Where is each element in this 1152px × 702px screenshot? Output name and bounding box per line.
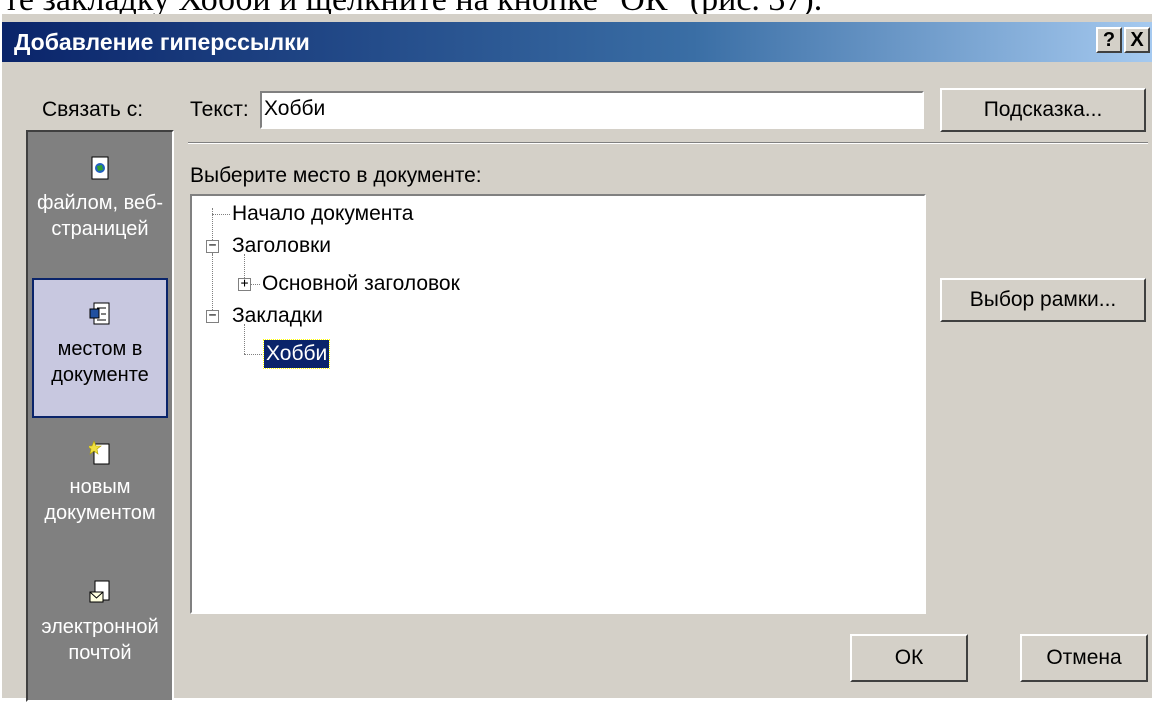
tree-node[interactable]: Заголовки bbox=[232, 232, 331, 260]
sidebar-item-label: электронной почтой bbox=[41, 616, 159, 664]
sidebar-item-document-place[interactable]: местом в документе bbox=[32, 278, 168, 418]
sidebar-item-label: новым документом bbox=[44, 476, 156, 524]
email-icon bbox=[89, 580, 110, 603]
tree-connector bbox=[212, 214, 230, 215]
document-place-tree[interactable]: Начало документа − Заголовки + Основной … bbox=[190, 194, 926, 614]
sidebar-item-label: файлом, веб-страницей bbox=[36, 192, 164, 240]
hint-button[interactable]: Подсказка... bbox=[940, 88, 1146, 132]
tree-expand-icon[interactable]: + bbox=[238, 277, 251, 291]
hyperlink-dialog: Добавление гиперссылки ? X Связать с: фа… bbox=[0, 14, 1152, 702]
divider bbox=[188, 142, 1148, 144]
sidebar-item-web-page[interactable]: файлом, веб-страницей bbox=[32, 150, 168, 270]
tree-node[interactable]: Начало документа bbox=[232, 200, 413, 228]
tree-collapse-icon[interactable]: − bbox=[206, 239, 219, 253]
frame-select-button[interactable]: Выбор рамки... bbox=[940, 278, 1146, 322]
place-in-document-label: Выберите место в документе: bbox=[190, 164, 482, 187]
web-page-icon bbox=[91, 156, 109, 180]
cancel-button[interactable]: Отмена bbox=[1020, 634, 1148, 682]
help-button[interactable]: ? bbox=[1096, 27, 1122, 53]
text-field-label: Текст: bbox=[190, 98, 249, 121]
tree-connector bbox=[244, 354, 262, 355]
link-type-sidebar: файлом, веб-страницей местом в документе… bbox=[26, 130, 174, 702]
tree-collapse-icon[interactable]: − bbox=[206, 309, 219, 323]
close-button[interactable]: X bbox=[1124, 27, 1150, 53]
tree-connector bbox=[212, 254, 213, 314]
tree-node[interactable]: Основной заголовок bbox=[262, 270, 460, 298]
tree-node-selected[interactable]: Хобби bbox=[262, 339, 331, 369]
tree-node[interactable]: Закладки bbox=[232, 302, 323, 330]
new-document-icon bbox=[89, 440, 110, 465]
sidebar-item-new-document[interactable]: новым документом bbox=[32, 430, 168, 558]
display-text-input[interactable]: Хобби bbox=[260, 91, 924, 129]
document-place-icon bbox=[89, 302, 110, 325]
dialog-title: Добавление гиперссылки bbox=[14, 29, 310, 55]
sidebar-item-email[interactable]: электронной почтой bbox=[32, 570, 168, 696]
sidebar-item-label: местом в документе bbox=[51, 338, 149, 386]
link-to-label: Связать с: bbox=[42, 98, 144, 121]
ok-button[interactable]: ОК bbox=[850, 634, 968, 682]
title-bar: Добавление гиперссылки ? X bbox=[2, 22, 1152, 62]
